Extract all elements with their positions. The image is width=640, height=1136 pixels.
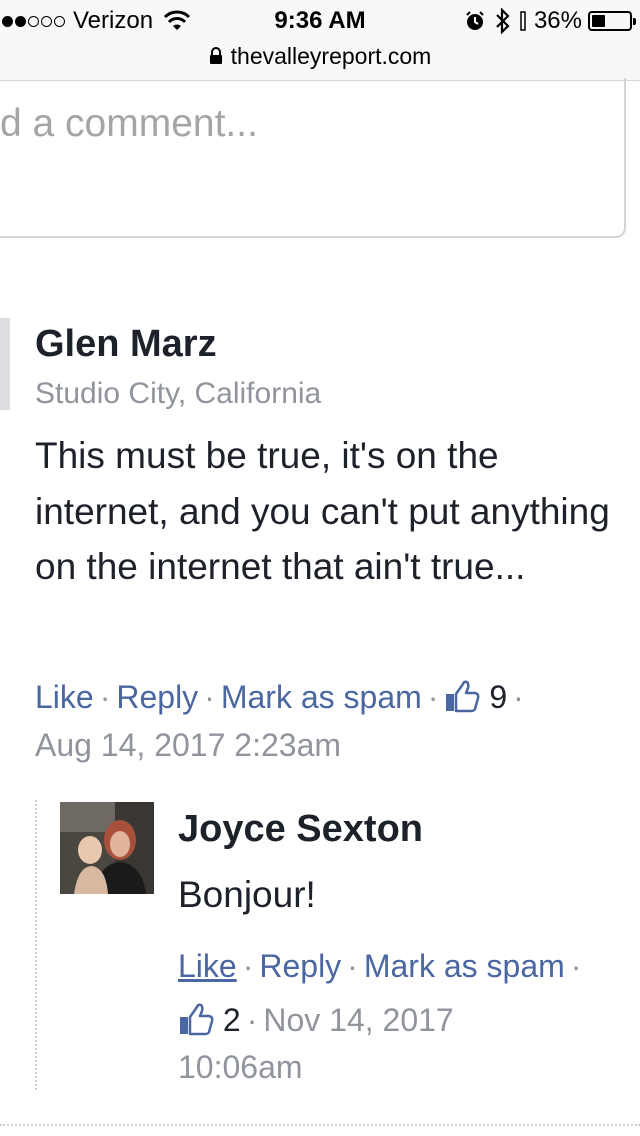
- reply-like-count: 2: [222, 1002, 241, 1038]
- reply-thread-line: [35, 800, 37, 1090]
- comment-accent-bar: [0, 318, 10, 410]
- mark-spam-link[interactable]: Mark as spam: [221, 679, 422, 715]
- reply-like-link[interactable]: Like: [178, 948, 237, 984]
- comment-actions: Like · Reply · Mark as spam · 9 ·: [35, 679, 524, 715]
- url-bar[interactable]: thevalleyreport.com: [0, 40, 640, 72]
- thumbs-up-icon[interactable]: [178, 1002, 214, 1036]
- rotation-lock-icon: [520, 11, 526, 31]
- status-right: 36%: [464, 6, 636, 36]
- reply-mark-spam-link[interactable]: Mark as spam: [364, 948, 565, 984]
- url-text: thevalleyreport.com: [230, 42, 432, 69]
- thumbs-up-icon[interactable]: [444, 679, 480, 713]
- alarm-icon: [466, 11, 484, 30]
- battery-fill: [592, 15, 605, 27]
- reply-likes-row: 2 · Nov 14, 2017: [178, 997, 454, 1043]
- comment-timestamp[interactable]: Aug 14, 2017 2:23am: [35, 722, 341, 768]
- bluetooth-icon: [496, 8, 510, 34]
- status-bar: Verizon 9:36 AM 36% thevalleyreport.com: [0, 0, 640, 81]
- comment-input-placeholder: d a comment...: [0, 102, 258, 145]
- reply-text: Bonjour!: [178, 874, 316, 915]
- divider: [0, 1124, 640, 1126]
- battery-icon: [588, 11, 636, 31]
- reply-timestamp-line2[interactable]: 10:06am: [178, 1044, 303, 1090]
- battery-percent: 36%: [533, 7, 582, 34]
- comment-author[interactable]: Glen Marz: [35, 323, 217, 366]
- reply-reply-link[interactable]: Reply: [259, 948, 341, 984]
- like-count: 9: [489, 679, 508, 715]
- reply-actions: Like · Reply · Mark as spam ·: [178, 948, 582, 984]
- comment-location: Studio City, California: [35, 377, 322, 410]
- comment-text: This must be true, it's on the internet,…: [35, 435, 610, 587]
- reply-timestamp-line1[interactable]: Nov 14, 2017: [263, 1002, 453, 1038]
- reply-author[interactable]: Joyce Sexton: [178, 808, 423, 851]
- like-link[interactable]: Like: [35, 679, 94, 715]
- avatar[interactable]: [60, 802, 154, 894]
- reply-link[interactable]: Reply: [116, 679, 198, 715]
- lock-icon: [209, 47, 222, 64]
